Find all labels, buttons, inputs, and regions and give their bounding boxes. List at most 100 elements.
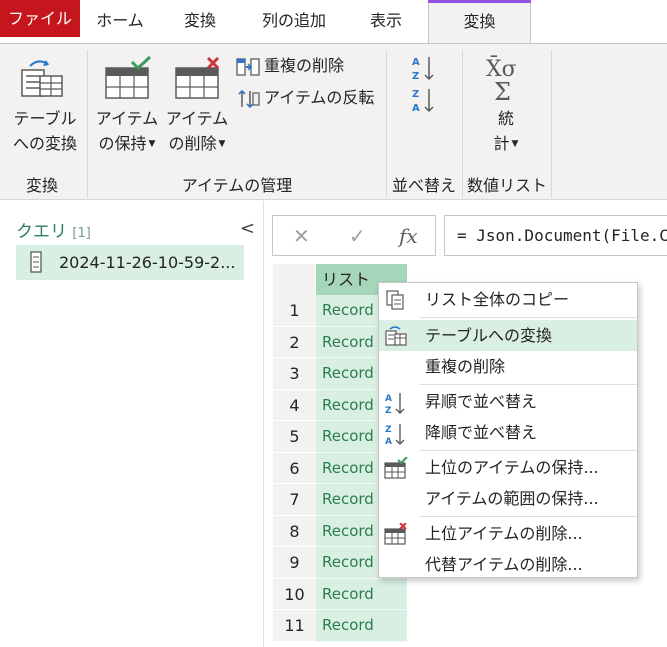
svg-text:A: A — [385, 437, 392, 446]
commit-formula-button[interactable]: ✓ — [349, 224, 366, 248]
remove-items-label-2: の削除 — [168, 134, 217, 153]
remove-duplicates-icon — [236, 57, 260, 76]
queries-title: クエリ [1] — [16, 217, 91, 242]
copy-icon — [386, 290, 404, 310]
menu-item-copy-list[interactable]: リスト全体のコピー — [379, 284, 637, 315]
tab-view[interactable]: 表示 — [356, 0, 416, 43]
reverse-items-button[interactable]: アイテムの反転 — [236, 84, 374, 112]
group-label-sort: 並べ替え — [391, 176, 456, 195]
menu-divider — [419, 516, 637, 517]
row-number: 1 — [273, 295, 316, 327]
to-table-button[interactable]: テーブル への変換 — [4, 48, 82, 166]
queries-title-label: クエリ — [16, 222, 67, 242]
insert-function-button[interactable]: fx — [399, 224, 418, 248]
menu-item-label: 上位のアイテムの保持... — [425, 458, 599, 477]
remove-duplicates-button[interactable]: 重複の削除 — [236, 52, 344, 80]
tab-list-transform-label: 変換 — [463, 12, 496, 31]
tab-transform[interactable]: 変換 — [170, 0, 230, 43]
row-number: 8 — [273, 515, 316, 547]
menu-item-label: 昇順で並べ替え — [425, 392, 538, 411]
remove-duplicates-label: 重複の削除 — [264, 56, 345, 75]
query-item-label: 2024-11-26-10-59-2... — [59, 253, 236, 272]
svg-text:Σ: Σ — [494, 78, 511, 102]
menu-item-label: 代替アイテムの削除... — [425, 555, 583, 574]
reverse-items-label: アイテムの反転 — [264, 88, 375, 107]
to-table-label-2: への変換 — [12, 134, 77, 153]
row-number: 4 — [273, 389, 316, 421]
sort-descending-icon: Z A — [412, 89, 434, 114]
remove-items-button[interactable]: アイテム の削除 ▼ — [164, 48, 232, 166]
power-query-editor: ファイル ホーム 変換 列の追加 表示 変換 テーブル への変換 変換 アイテム… — [0, 0, 667, 647]
row-number: 11 — [273, 610, 316, 642]
tab-file[interactable]: ファイル — [0, 0, 80, 37]
menu-item-remove-top-items[interactable]: 上位アイテムの削除... — [379, 518, 637, 549]
formula-input[interactable]: = Json.Document(File.C — [444, 215, 667, 256]
table-row[interactable]: 11 Record — [273, 610, 407, 642]
menu-divider — [419, 450, 637, 451]
sort-ascending-icon: A Z — [385, 393, 405, 415]
to-table-icon — [385, 326, 407, 346]
ribbon: テーブル への変換 変換 アイテム の保持 ▼ アイテム の削除 ▼ 重複の削除… — [0, 43, 667, 200]
group-divider — [386, 50, 387, 198]
reverse-items-icon — [238, 89, 260, 108]
menu-item-remove-alternate[interactable]: 代替アイテムの削除... — [379, 549, 637, 580]
row-number: 7 — [273, 484, 316, 516]
remove-items-icon — [175, 56, 220, 99]
remove-items-label-1: アイテム — [165, 109, 229, 128]
query-item[interactable]: 2024-11-26-10-59-2... — [16, 245, 244, 280]
to-table-label-1: テーブル — [13, 109, 77, 128]
svg-text:A: A — [412, 103, 420, 114]
menu-item-label: テーブルへの変換 — [425, 326, 553, 345]
chevron-down-icon: ▼ — [511, 139, 519, 149]
keep-items-icon — [105, 56, 152, 99]
record-cell[interactable]: Record — [316, 610, 407, 642]
menu-item-keep-range[interactable]: アイテムの範囲の保持... — [379, 483, 637, 514]
keep-items-button[interactable]: アイテム の保持 ▼ — [94, 48, 162, 166]
statistics-button[interactable]: X̄σ Σ 統 計 ▼ — [478, 48, 538, 166]
row-number: 10 — [273, 578, 316, 610]
menu-item-label: リスト全体のコピー — [425, 290, 570, 309]
row-number: 3 — [273, 358, 316, 390]
statistics-label-1: 統 — [497, 109, 514, 128]
svg-text:Z: Z — [412, 71, 419, 82]
grid-corner[interactable] — [273, 264, 316, 295]
statistics-icon: X̄σ Σ — [486, 55, 517, 102]
menu-item-keep-top-items[interactable]: 上位のアイテムの保持... — [379, 452, 637, 483]
sort-ascending-button[interactable]: A Z — [410, 54, 438, 82]
row-number: 6 — [273, 452, 316, 484]
svg-text:A: A — [412, 57, 420, 68]
menu-divider — [419, 317, 637, 318]
cancel-formula-button[interactable]: ✕ — [293, 224, 310, 248]
record-cell[interactable]: Record — [316, 578, 407, 610]
chevron-down-icon: ▼ — [218, 139, 226, 149]
menu-item-sort-ascending[interactable]: A Z 昇順で並べ替え — [379, 386, 637, 417]
svg-text:Z: Z — [412, 89, 419, 100]
menu-item-remove-duplicates[interactable]: 重複の削除 — [379, 351, 637, 382]
chevron-down-icon: ▼ — [148, 139, 156, 149]
tab-list-transform[interactable]: 変換 — [428, 0, 531, 44]
queries-pane: クエリ [1] < 2024-11-26-10-59-2... — [0, 201, 264, 647]
tab-add-column[interactable]: 列の追加 — [248, 0, 340, 43]
keep-items-icon — [384, 457, 408, 479]
menu-item-label: 重複の削除 — [425, 357, 506, 376]
svg-text:Z: Z — [385, 406, 392, 415]
menu-item-sort-descending[interactable]: Z A 降順で並べ替え — [379, 417, 637, 448]
svg-text:Z: Z — [385, 425, 392, 435]
tab-home[interactable]: ホーム — [88, 0, 152, 43]
keep-items-label-2: の保持 — [98, 134, 147, 153]
group-label-numeric: 数値リスト — [466, 176, 547, 195]
statistics-label-2: 計 — [493, 134, 510, 153]
menu-item-label: アイテムの範囲の保持... — [425, 489, 599, 508]
collapse-pane-icon[interactable]: < — [240, 218, 255, 239]
menu-item-label: 降順で並べ替え — [425, 423, 538, 442]
group-divider — [87, 50, 88, 198]
sort-descending-button[interactable]: Z A — [410, 86, 438, 114]
list-query-icon — [30, 251, 42, 273]
table-row[interactable]: 10 Record — [273, 578, 407, 610]
row-number: 2 — [273, 326, 316, 358]
menu-item-to-table[interactable]: テーブルへの変換 — [379, 320, 637, 351]
ribbon-tabs: ファイル ホーム 変換 列の追加 表示 変換 — [0, 0, 667, 44]
remove-items-icon — [384, 523, 407, 545]
group-label-manage: アイテムの管理 — [181, 176, 293, 195]
group-label-convert: 変換 — [25, 176, 58, 195]
